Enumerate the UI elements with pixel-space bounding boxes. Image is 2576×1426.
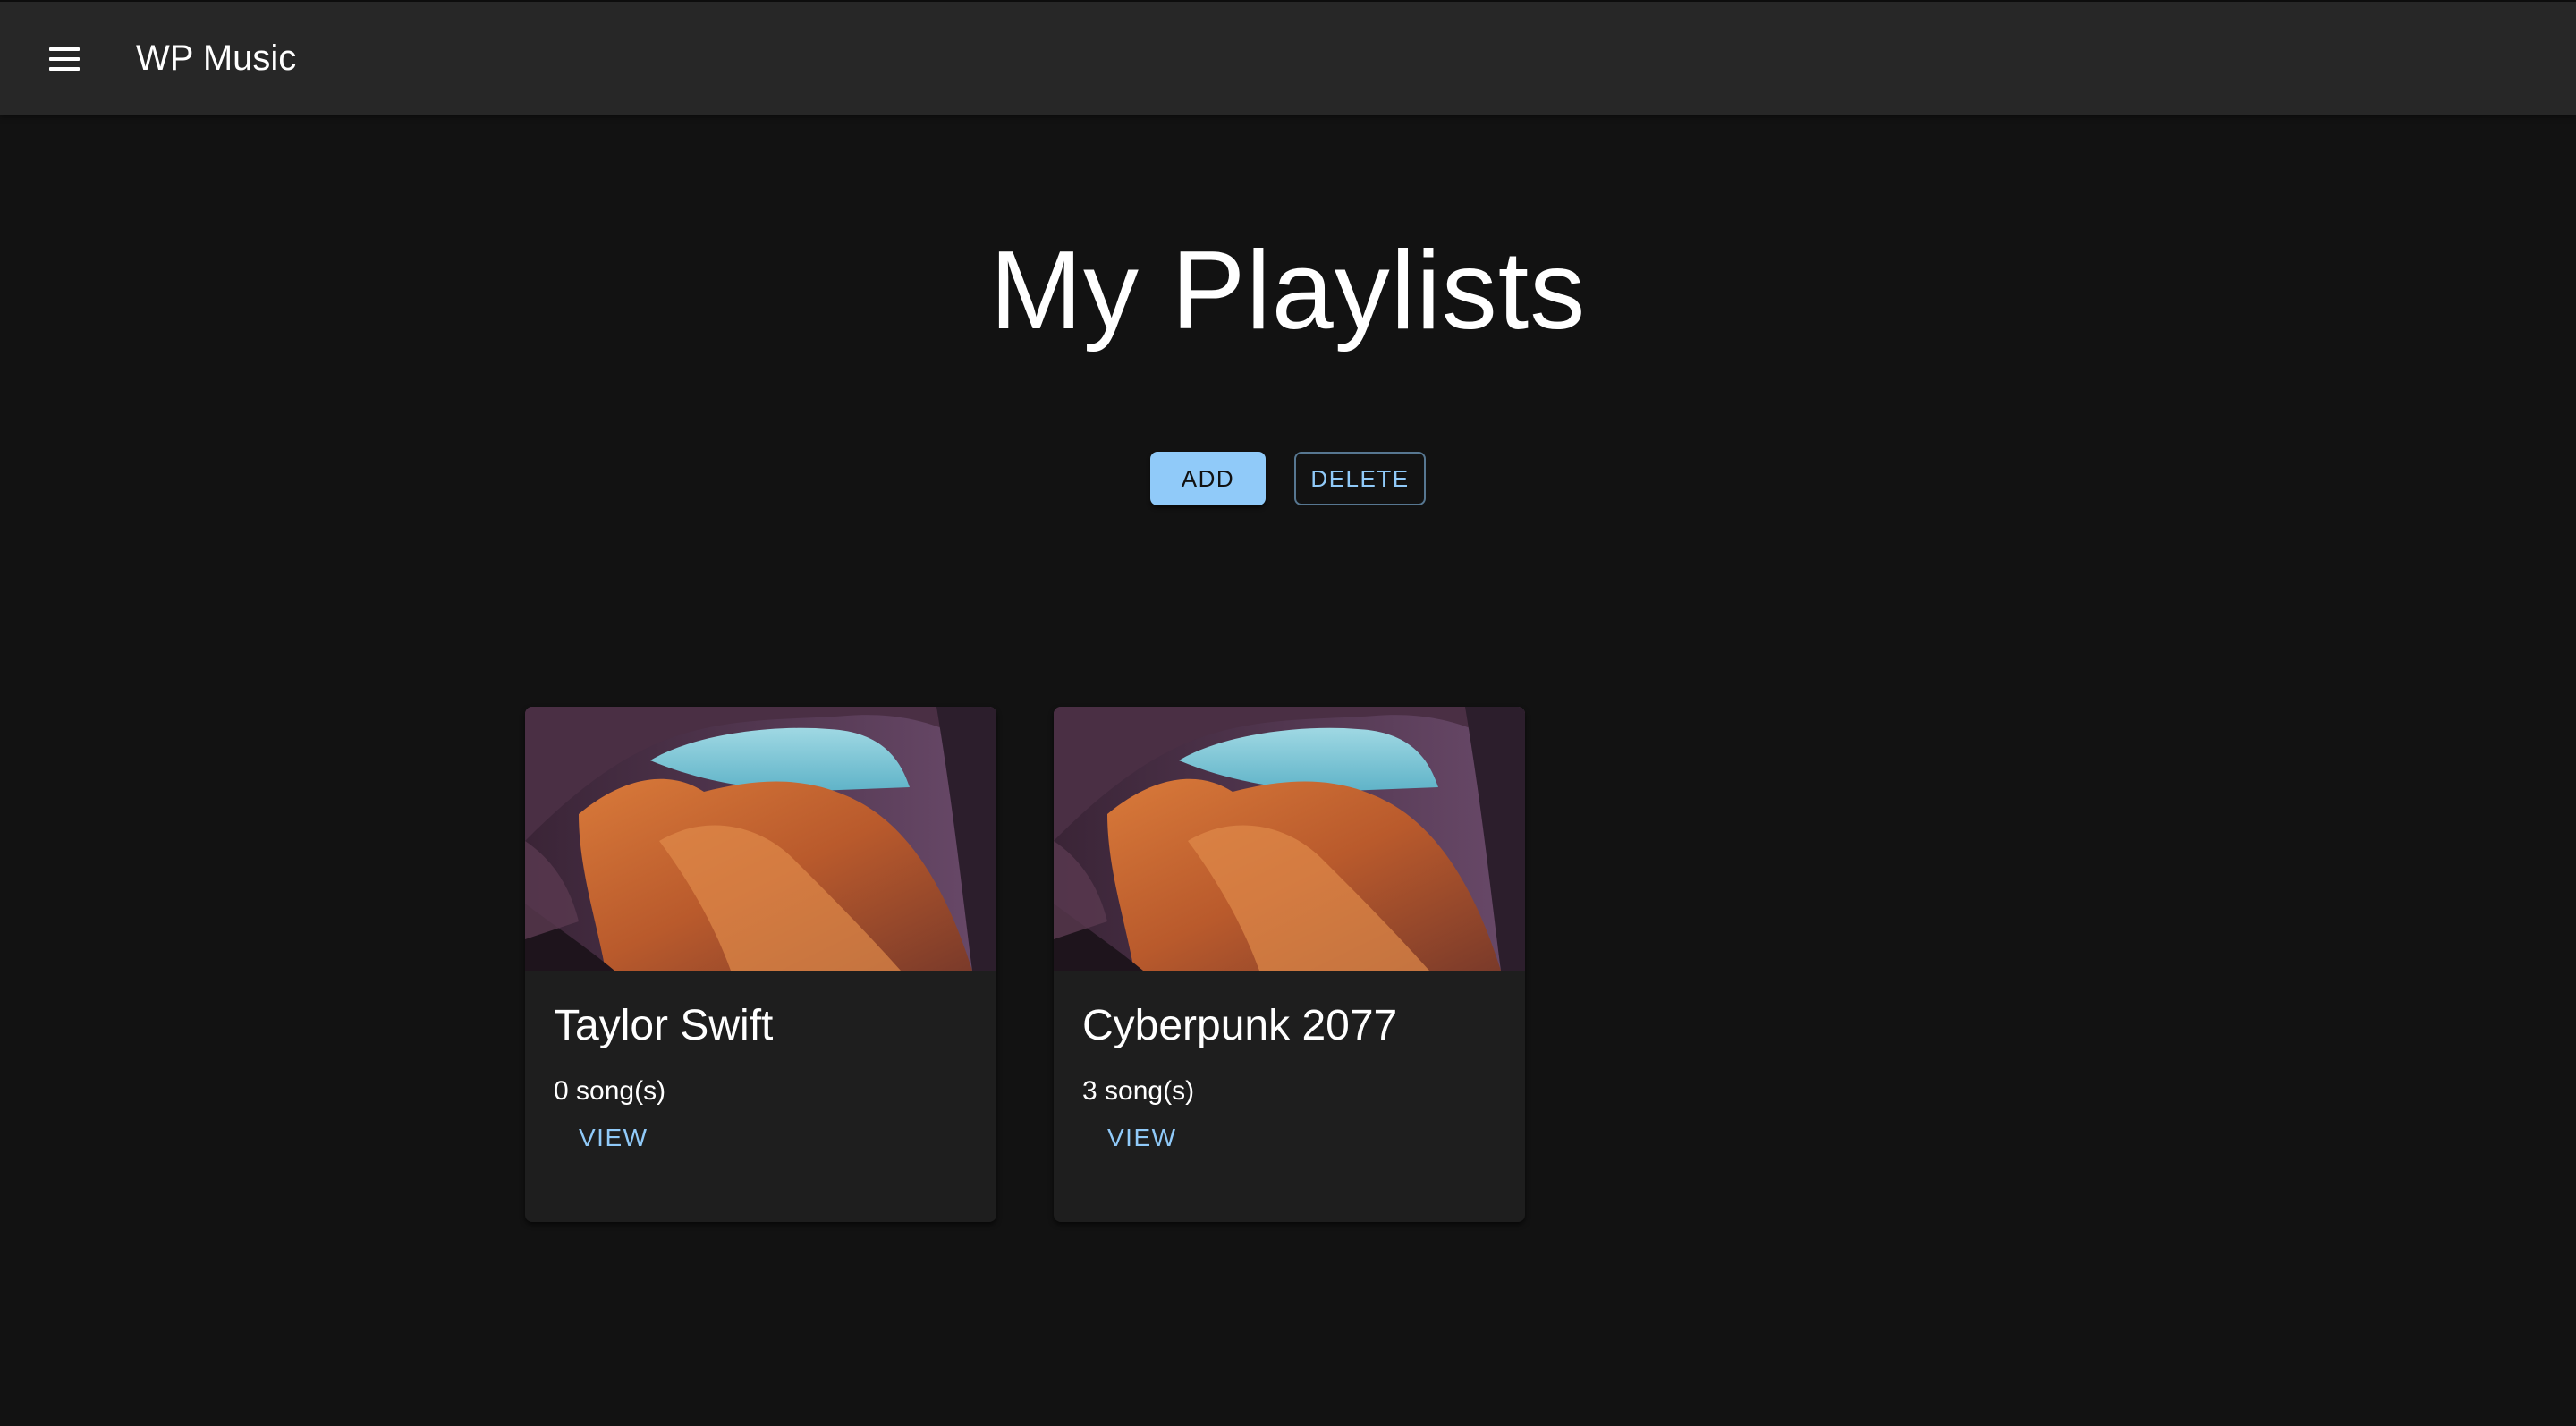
- delete-button[interactable]: DELETE: [1294, 452, 1426, 505]
- app-title: WP Music: [136, 38, 297, 78]
- view-playlist-button[interactable]: VIEW: [1082, 1118, 1202, 1158]
- playlist-actions: ADD DELETE: [1150, 452, 1426, 505]
- playlist-card: Taylor Swift 0 song(s) VIEW: [525, 707, 996, 1222]
- app-bar: WP Music: [0, 0, 2576, 115]
- playlist-song-count: 3 song(s): [1082, 1076, 1195, 1106]
- page-title: My Playlists: [989, 229, 1587, 352]
- playlist-song-count: 0 song(s): [554, 1076, 666, 1106]
- playlist-cover-image: [525, 707, 996, 971]
- menu-icon[interactable]: [39, 38, 89, 81]
- playlist-cover-image: [1054, 707, 1525, 971]
- view-playlist-button[interactable]: VIEW: [554, 1118, 674, 1158]
- playlist-grid: Taylor Swift 0 song(s) VIEW Cyberpunk 20…: [525, 707, 1525, 1222]
- add-button[interactable]: ADD: [1150, 452, 1266, 505]
- playlist-name: Cyberpunk 2077: [1082, 1002, 1398, 1049]
- playlist-name: Taylor Swift: [554, 1002, 774, 1049]
- playlist-card: Cyberpunk 2077 3 song(s) VIEW: [1054, 707, 1525, 1222]
